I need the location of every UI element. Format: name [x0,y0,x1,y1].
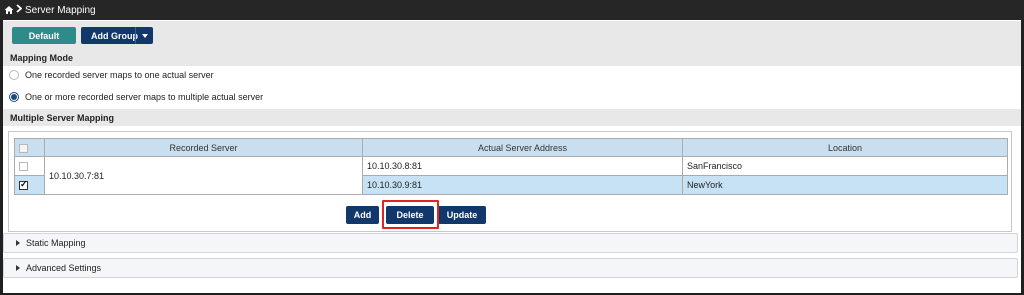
select-all-checkbox[interactable] [19,143,28,153]
radio-label: One recorded server maps to one actual s… [25,70,214,80]
expand-arrow-icon [16,265,20,271]
row-checkbox-cell[interactable] [14,175,45,195]
mapping-table: Recorded Server Actual Server Address Lo… [14,138,1008,195]
expand-arrow-icon [16,240,20,246]
location-cell[interactable]: NewYork [682,175,1008,195]
radio-one-to-one[interactable]: One recorded server maps to one actual s… [9,70,214,80]
column-header[interactable]: Actual Server Address [362,138,683,157]
update-button[interactable]: Update [438,206,486,224]
column-header[interactable]: Location [682,138,1008,157]
mapping-mode-heading: Mapping Mode [3,49,1021,66]
home-icon[interactable] [4,5,14,15]
toolbar: Default Add Group [3,21,1021,49]
add-button[interactable]: Add [346,206,379,224]
actual-server-cell[interactable]: 10.10.30.9:81 [362,175,683,195]
actual-server-cell[interactable]: 10.10.30.8:81 [362,156,683,176]
table-row[interactable]: 10.10.30.7:81 10.10.30.8:81 SanFrancisco [14,156,1008,195]
select-all-header[interactable] [14,138,45,157]
accordion-label: Advanced Settings [26,263,102,273]
recorded-server-cell[interactable]: 10.10.30.7:81 [44,156,363,195]
static-mapping-accordion[interactable]: Static Mapping [3,233,1018,253]
multiple-mapping-heading: Multiple Server Mapping [3,109,1021,126]
caret-down-icon [141,33,148,38]
page-title: Server Mapping [25,4,96,16]
location-cell[interactable]: SanFrancisco [682,156,1008,176]
row-checkbox[interactable] [19,162,28,172]
advanced-settings-accordion[interactable]: Advanced Settings [3,258,1018,278]
chevron-right-icon [16,4,23,16]
default-button[interactable]: Default [12,27,76,44]
row-checkbox-cell[interactable] [14,156,45,176]
add-group-label: Add Group [91,30,138,41]
mapping-table-panel: Recorded Server Actual Server Address Lo… [8,131,1012,232]
add-group-button[interactable]: Add Group [81,27,153,44]
radio-button-selected[interactable] [9,92,19,102]
column-header[interactable]: Recorded Server [44,138,363,157]
radio-button[interactable] [9,70,19,80]
title-bar: Server Mapping [0,0,1024,20]
radio-label: One or more recorded server maps to mult… [25,92,264,102]
delete-highlight-box [382,200,439,229]
radio-many-to-many[interactable]: One or more recorded server maps to mult… [9,92,263,102]
add-group-dropdown[interactable] [135,27,153,44]
row-checkbox-checked[interactable] [19,179,28,191]
accordion-label: Static Mapping [26,238,86,248]
